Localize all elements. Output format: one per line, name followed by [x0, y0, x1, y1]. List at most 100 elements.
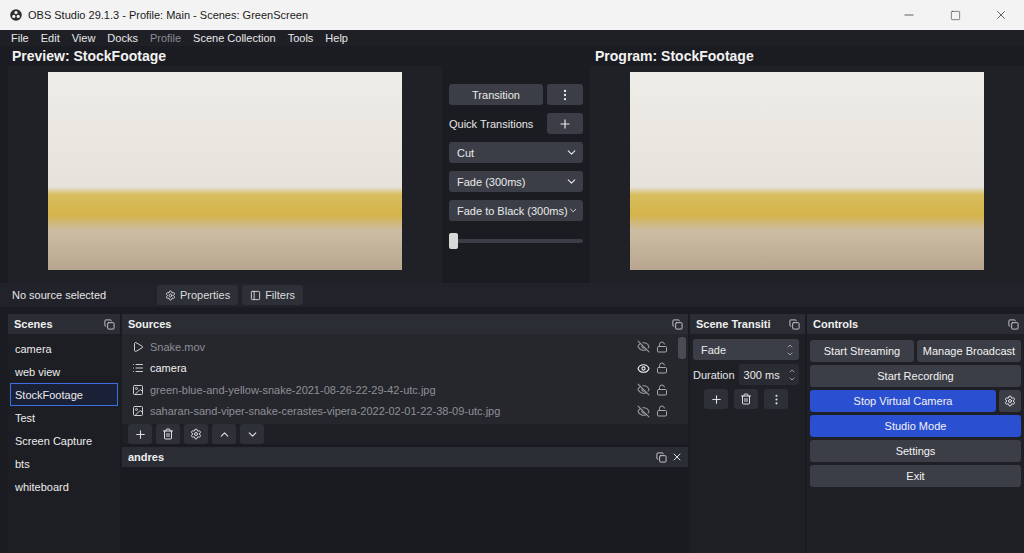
preview-video[interactable] [48, 72, 402, 270]
controls-body: Start StreamingManage Broadcast Start Rec… [807, 334, 1024, 553]
quick-transition-select[interactable]: Fade (300ms) [449, 171, 583, 192]
menu-item[interactable]: View [66, 30, 102, 46]
unlock-icon[interactable] [656, 362, 668, 374]
float-dock-icon[interactable] [672, 319, 683, 330]
source-row[interactable]: Snake.mov [122, 336, 676, 358]
float-dock-icon[interactable] [1008, 319, 1019, 330]
transition-slider[interactable] [449, 233, 583, 249]
transition-properties-button[interactable] [764, 389, 788, 409]
dock-title: Sources [128, 318, 668, 330]
transition-slider-handle[interactable] [449, 233, 458, 249]
float-dock-icon[interactable] [656, 452, 667, 463]
program-column: Program: StockFootage [590, 46, 1024, 283]
scene-item[interactable]: StockFootage [10, 383, 118, 406]
menu-item[interactable]: Edit [35, 30, 66, 46]
chevron-down-icon [246, 428, 259, 441]
control-button[interactable]: Exit [810, 465, 1021, 487]
spin-arrows[interactable] [788, 367, 796, 383]
unlock-icon[interactable] [656, 384, 668, 396]
source-name: saharan-sand-viper-snake-cerastes-vipera… [150, 405, 631, 417]
transition-menu-button[interactable] [547, 84, 583, 105]
eye-off-icon[interactable] [637, 383, 650, 396]
source-properties-button[interactable] [184, 424, 208, 444]
menu-item[interactable]: Help [319, 30, 354, 46]
scenes-dock: Scenescameraweb viewStockFootageTestScre… [8, 314, 120, 553]
image-source-icon [132, 384, 144, 396]
properties-button[interactable]: Properties [157, 285, 238, 305]
control-button[interactable]: Studio Mode [810, 415, 1021, 437]
menu-item[interactable]: File [5, 30, 35, 46]
chevron-down-icon [565, 146, 578, 159]
eye-off-icon[interactable] [637, 405, 650, 418]
scrollbar-thumb[interactable] [678, 337, 686, 359]
scene-item[interactable]: web view [10, 360, 118, 383]
float-dock-icon[interactable] [789, 319, 800, 330]
source-toolbar: No source selectedPropertiesFilters [0, 283, 1024, 307]
move-down-button[interactable] [240, 424, 264, 444]
close-button[interactable] [978, 0, 1024, 30]
sources-dock: Sources Snake.mov camera green-blue-and-yel… [122, 314, 688, 444]
preview-column: Preview: StockFootage [8, 46, 442, 283]
dock-title: Scene Transiti [696, 318, 785, 330]
quick-transition-select[interactable]: Cut [449, 142, 583, 163]
dock-header: Controls [807, 314, 1024, 334]
control-button[interactable]: Start Recording [810, 365, 1021, 387]
menu-item[interactable]: Scene Collection [187, 30, 282, 46]
maximize-button[interactable] [932, 0, 978, 30]
transition-slider-track [449, 239, 583, 243]
title-bar: OBS Studio 29.1.3 - Profile: Main - Scen… [0, 0, 1024, 30]
preview-screen [8, 66, 442, 283]
filters-button[interactable]: Filters [242, 285, 303, 305]
scene-item[interactable]: bts [10, 452, 118, 475]
scene-transitions-body: FadeDuration300 ms [690, 334, 805, 553]
add-quick-transition-button[interactable] [547, 113, 583, 134]
custom-dock: andres [122, 447, 688, 553]
float-dock-icon[interactable] [104, 319, 115, 330]
source-row[interactable]: camera [122, 358, 676, 380]
menu-item[interactable]: Docks [101, 30, 144, 46]
scene-item[interactable]: Test [10, 406, 118, 429]
virtual-camera-settings-button[interactable] [999, 390, 1021, 412]
transition-select[interactable]: Fade [693, 339, 799, 360]
scrollbar[interactable] [676, 334, 688, 424]
menu-item[interactable]: Tools [282, 30, 320, 46]
program-label: Program: StockFootage [590, 46, 1024, 66]
transition-button[interactable]: Transition [449, 84, 543, 105]
control-button[interactable]: Manage Broadcast [917, 340, 1021, 362]
add-source-button[interactable] [128, 424, 152, 444]
control-button[interactable]: Stop Virtual Camera [810, 390, 996, 412]
minimize-button[interactable] [886, 0, 932, 30]
scene-item[interactable]: camera [10, 337, 118, 360]
remove-source-button[interactable] [156, 424, 180, 444]
dock-row: Scenescameraweb viewStockFootageTestScre… [0, 314, 1024, 553]
quick-transition-select[interactable]: Fade to Black (300ms) [449, 200, 583, 221]
menu-bar: FileEditViewDocksProfileScene Collection… [0, 30, 1024, 46]
source-row[interactable]: saharan-sand-viper-snake-cerastes-vipera… [122, 401, 676, 423]
close-dock-icon[interactable] [671, 451, 683, 463]
controls-row: Stop Virtual Camera [810, 390, 1021, 412]
source-name: camera [150, 362, 631, 374]
scene-item[interactable]: whiteboard [10, 475, 118, 498]
unlock-icon[interactable] [656, 405, 668, 417]
window-controls [886, 0, 1024, 30]
control-button[interactable]: Settings [810, 440, 1021, 462]
remove-transition-button[interactable] [734, 389, 758, 409]
dock-header: Sources [122, 314, 688, 334]
obs-logo-icon [10, 9, 22, 21]
duration-spinbox[interactable]: 300 ms [739, 364, 799, 385]
program-video [630, 72, 984, 270]
scene-item[interactable]: Screen Capture [10, 429, 118, 452]
source-row[interactable]: green-blue-and-yellow-snake-2021-08-26-2… [122, 379, 676, 401]
spacer [0, 307, 1024, 314]
move-up-button[interactable] [212, 424, 236, 444]
transition-row: Transition [449, 84, 583, 105]
add-transition-button[interactable] [704, 389, 728, 409]
scene-list: cameraweb viewStockFootageTestScreen Cap… [8, 334, 120, 553]
eye-off-icon[interactable] [637, 340, 650, 353]
quick-transitions-label: Quick Transitions [449, 118, 543, 130]
scene-transitions-dock: Scene Transiti FadeDuration300 ms [690, 314, 805, 553]
close-icon [994, 8, 1008, 22]
control-button[interactable]: Start Streaming [810, 340, 914, 362]
eye-icon[interactable] [637, 362, 650, 375]
unlock-icon[interactable] [656, 341, 668, 353]
